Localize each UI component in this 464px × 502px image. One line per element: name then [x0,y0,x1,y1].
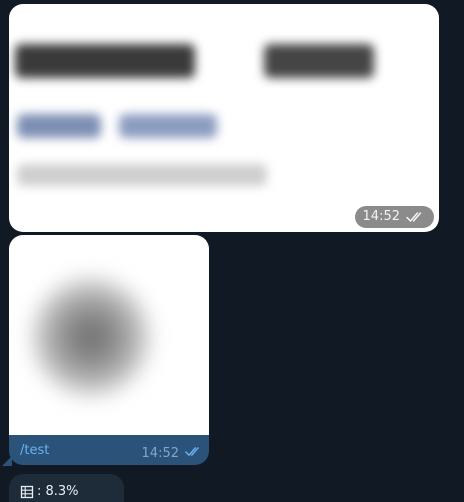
photo-caption-command[interactable]: /test [20,443,49,458]
blurred-text-line [15,44,195,78]
double-check-icon [185,446,203,461]
stat-line: : 8.3% [20,484,79,499]
double-check-icon [406,211,426,223]
blurred-link-text [17,114,101,138]
message-bubble-stat[interactable]: : 8.3% [9,474,124,502]
message-bubble-blurred-text[interactable]: 14:52 [9,4,439,232]
message-time-badge: 14:52 [354,206,434,228]
grid-icon [20,485,34,499]
stat-value: : 8.3% [37,484,79,499]
photo-caption-area: /test 14:52 [9,435,209,465]
blurred-text-line [264,44,374,78]
chat-history[interactable]: 14:52 /test 14:52: 8.3% [0,0,464,502]
message-time: 14:52 [141,446,179,461]
blurred-text-line [17,164,267,186]
message-time: 14:52 [362,209,400,224]
message-bubble-photo[interactable]: /test 14:52 [9,235,209,465]
photo-thumbnail[interactable] [9,235,209,435]
blurred-link-text [119,114,217,138]
bubble-tail [2,456,12,466]
blurred-photo-content [31,277,151,397]
message-meta: 14:52 [142,446,203,461]
